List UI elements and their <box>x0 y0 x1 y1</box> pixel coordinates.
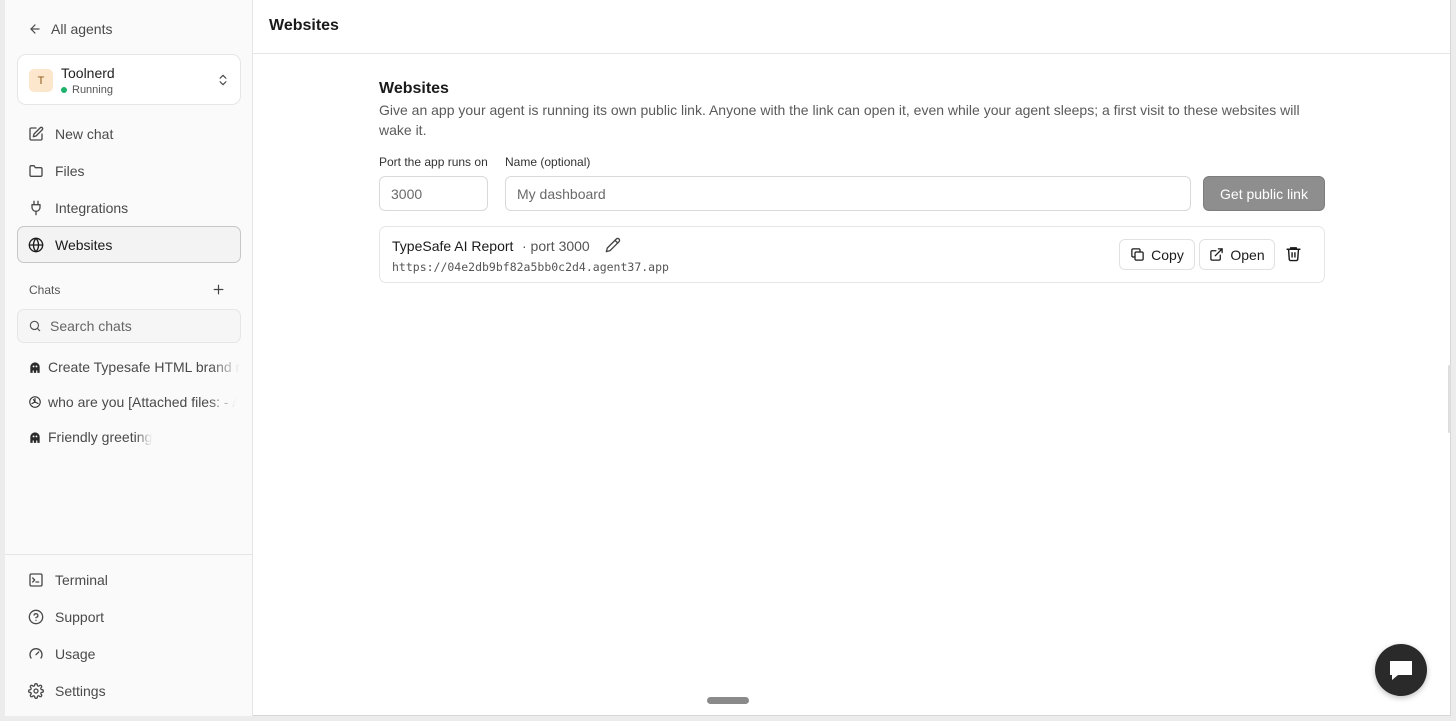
agent-status: Running <box>61 84 113 96</box>
agent-switcher[interactable]: T Toolnerd Running <box>17 54 241 105</box>
nav-websites-label: Websites <box>55 236 113 253</box>
edit-pencil-icon[interactable] <box>605 237 621 253</box>
nav-new-chat-label: New chat <box>55 125 114 142</box>
nav-support[interactable]: Support <box>17 599 241 634</box>
nav-files[interactable]: Files <box>17 153 241 188</box>
sidebar-divider <box>5 554 252 555</box>
page-header: Websites <box>253 0 1450 54</box>
nav-support-label: Support <box>55 608 105 625</box>
support-chat-button[interactable] <box>1375 644 1427 696</box>
pencil-square-icon <box>29 126 44 141</box>
chat-item[interactable]: who are you [Attached files: - / <box>28 391 243 413</box>
home-indicator[interactable] <box>707 697 749 704</box>
nav-settings-label: Settings <box>55 682 106 699</box>
scrollbar-handle[interactable] <box>1448 365 1451 433</box>
nav-new-chat[interactable]: New chat <box>17 116 241 151</box>
name-label: Name (optional) <box>505 155 591 169</box>
folder-icon <box>29 164 43 177</box>
website-name: TypeSafe AI Report <box>392 238 514 254</box>
chats-section-label: Chats <box>29 283 61 297</box>
terminal-icon <box>29 572 43 587</box>
search-icon <box>29 320 41 332</box>
name-input[interactable] <box>505 176 1191 211</box>
chevron-up-down-icon <box>219 74 227 86</box>
section-description: Give an app your agent is running its ow… <box>379 102 1300 138</box>
nav-usage[interactable]: Usage <box>17 636 241 671</box>
agent-logo-icon <box>30 432 40 443</box>
get-public-link-button[interactable]: Get public link <box>1203 176 1325 211</box>
gauge-icon <box>29 647 43 659</box>
nav-terminal-label: Terminal <box>55 571 108 588</box>
gear-icon <box>28 682 44 699</box>
back-to-agents-link[interactable]: All agents <box>28 19 112 39</box>
nav-usage-label: Usage <box>55 645 96 662</box>
section-title: Websites <box>379 80 449 97</box>
external-link-icon <box>1210 248 1224 261</box>
open-label: Open <box>1230 246 1265 263</box>
globe-icon <box>28 237 44 252</box>
app-window: All agents T Toolnerd Running New chat F… <box>5 0 1451 716</box>
status-dot <box>61 87 67 93</box>
sidebar: All agents T Toolnerd Running New chat F… <box>5 0 253 716</box>
chat-bubble-icon <box>1390 661 1412 680</box>
nav-integrations-label: Integrations <box>55 199 129 216</box>
chat-item[interactable]: Friendly greeting <box>28 426 243 448</box>
website-port: · port 3000 <box>522 238 590 254</box>
port-input[interactable] <box>379 176 488 211</box>
agent-avatar: T <box>29 69 53 92</box>
website-url: https://04e2db9bf82a5bb0c2d4.agent37.app <box>392 260 669 274</box>
openai-logo-icon <box>29 396 41 408</box>
website-card: TypeSafe AI Report · port 3000 https://0… <box>379 226 1325 283</box>
help-circle-icon <box>28 609 44 624</box>
add-chat-icon[interactable] <box>212 283 225 296</box>
copy-label: Copy <box>1151 246 1184 263</box>
page-title: Websites <box>269 17 339 34</box>
plug-icon <box>31 200 41 215</box>
arrow-left-icon <box>30 24 40 34</box>
agent-name: Toolnerd <box>61 65 115 81</box>
chat-item[interactable]: Create Typesafe HTML brand r <box>28 356 243 378</box>
agent-status-label: Running <box>72 84 113 96</box>
nav-settings[interactable]: Settings <box>17 673 241 708</box>
search-chats-box[interactable] <box>17 309 241 343</box>
port-label: Port the app runs on <box>379 155 488 169</box>
trash-icon[interactable] <box>1285 245 1302 262</box>
copy-icon <box>1131 248 1144 261</box>
open-link-button[interactable]: Open <box>1199 239 1275 270</box>
nav-websites[interactable]: Websites <box>17 226 241 263</box>
chat-item-label: Create Typesafe HTML brand r <box>48 359 241 375</box>
agent-logo-icon <box>30 362 40 373</box>
chat-item-label: who are you [Attached files: - / <box>48 394 237 410</box>
search-chats-input[interactable] <box>50 318 230 334</box>
nav-terminal[interactable]: Terminal <box>17 562 241 597</box>
copy-link-button[interactable]: Copy <box>1119 239 1195 270</box>
nav-files-label: Files <box>55 162 85 179</box>
chat-item-label: Friendly greeting <box>48 429 153 445</box>
nav-integrations[interactable]: Integrations <box>17 190 241 225</box>
back-link-label: All agents <box>51 21 113 37</box>
